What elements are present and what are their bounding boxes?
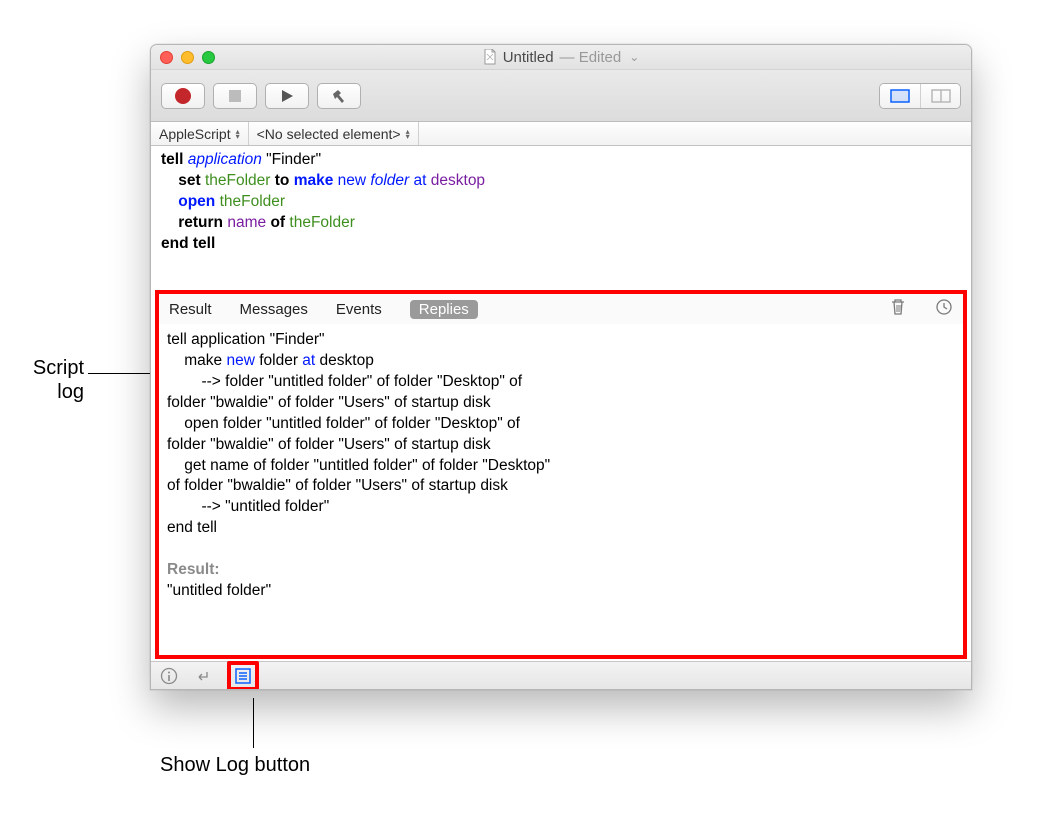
edited-label: — Edited — [560, 49, 622, 66]
tab-events[interactable]: Events — [336, 301, 382, 318]
var-theFolder: theFolder — [220, 193, 285, 210]
var-theFolder: theFolder — [289, 214, 354, 231]
result-header: Result: — [167, 561, 220, 578]
log-timing-button[interactable] — [935, 298, 953, 320]
minimize-window-button[interactable] — [181, 51, 194, 64]
editor-view-icon — [890, 89, 910, 103]
kw-application: application — [188, 151, 262, 168]
clear-log-button[interactable] — [889, 297, 907, 321]
annotation-showlog: Show Log button — [160, 753, 310, 777]
kw-to: to — [275, 172, 290, 189]
traffic-lights — [151, 51, 215, 64]
titlebar: Untitled — Edited ⌄ — [151, 45, 971, 70]
cmd-make: make — [294, 172, 334, 189]
str-finder: "Finder" — [266, 151, 321, 168]
toolbar — [151, 70, 971, 122]
accessory-view-icon — [931, 89, 951, 103]
tab-result[interactable]: Result — [169, 301, 212, 318]
show-log-button-highlight — [227, 661, 259, 691]
view-segmented-control — [879, 83, 961, 109]
clock-icon — [935, 298, 953, 316]
element-popup[interactable]: <No selected element> ▴▾ — [249, 122, 419, 145]
kw-endtell: end tell — [161, 235, 215, 252]
compile-button[interactable] — [317, 83, 361, 109]
var-theFolder: theFolder — [205, 172, 270, 189]
view-accessory-button[interactable] — [920, 84, 960, 108]
class-folder: folder — [370, 172, 409, 189]
log-tab-bar: Result Messages Events Replies — [159, 294, 963, 324]
status-bar — [151, 661, 971, 689]
kw-new: new — [338, 172, 366, 189]
result-value: "untitled folder" — [167, 582, 271, 599]
view-editor-button[interactable] — [880, 84, 920, 108]
chevron-down-icon: ⌄ — [629, 50, 639, 64]
tab-messages[interactable]: Messages — [240, 301, 308, 318]
annotation-showlog-label: Show Log button — [160, 754, 310, 776]
return-arrow-icon — [194, 667, 212, 685]
annotation-showlog-line — [253, 698, 254, 748]
language-popup[interactable]: AppleScript ▴▾ — [151, 122, 249, 145]
navigation-bar: AppleScript ▴▾ <No selected element> ▴▾ — [151, 122, 971, 146]
log-icon — [234, 667, 252, 685]
log-content[interactable]: tell application "Finder" make new folde… — [159, 324, 963, 655]
document-icon — [483, 49, 497, 65]
trash-icon — [889, 297, 907, 317]
log-panel: Result Messages Events Replies tell appl… — [155, 290, 967, 659]
cmd-open: open — [178, 193, 215, 210]
language-popup-label: AppleScript — [159, 126, 231, 142]
play-icon — [280, 89, 294, 103]
stepper-icon: ▴▾ — [236, 129, 240, 139]
stop-button[interactable] — [213, 83, 257, 109]
result-view-button[interactable] — [193, 666, 213, 686]
prop-name: name — [227, 214, 266, 231]
kw-of: of — [270, 214, 285, 231]
stop-icon — [228, 89, 242, 103]
show-log-button[interactable] — [233, 666, 253, 686]
annotation-script-log: Script log — [12, 356, 84, 404]
element-popup-label: <No selected element> — [257, 126, 401, 142]
script-editor-window: Untitled — Edited ⌄ AppleScr — [150, 44, 972, 690]
zoom-window-button[interactable] — [202, 51, 215, 64]
description-button[interactable] — [159, 666, 179, 686]
hammer-icon — [330, 88, 348, 104]
kw-return: return — [178, 214, 223, 231]
record-button[interactable] — [161, 83, 205, 109]
tab-replies[interactable]: Replies — [410, 300, 478, 319]
kw-tell: tell — [161, 151, 183, 168]
record-icon — [175, 88, 191, 104]
annotation-script-log-l1: Script — [33, 357, 84, 379]
window-title[interactable]: Untitled — Edited ⌄ — [151, 49, 971, 66]
document-name: Untitled — [503, 49, 554, 66]
close-window-button[interactable] — [160, 51, 173, 64]
info-icon — [160, 667, 178, 685]
stepper-icon: ▴▾ — [406, 129, 410, 139]
script-editor-pane[interactable]: tell application "Finder" set theFolder … — [151, 146, 971, 288]
enum-desktop: desktop — [431, 172, 485, 189]
annotation-script-log-l2: log — [57, 381, 84, 403]
kw-set: set — [178, 172, 200, 189]
annotation-script-log-line — [88, 373, 150, 374]
kw-at: at — [414, 172, 427, 189]
run-button[interactable] — [265, 83, 309, 109]
